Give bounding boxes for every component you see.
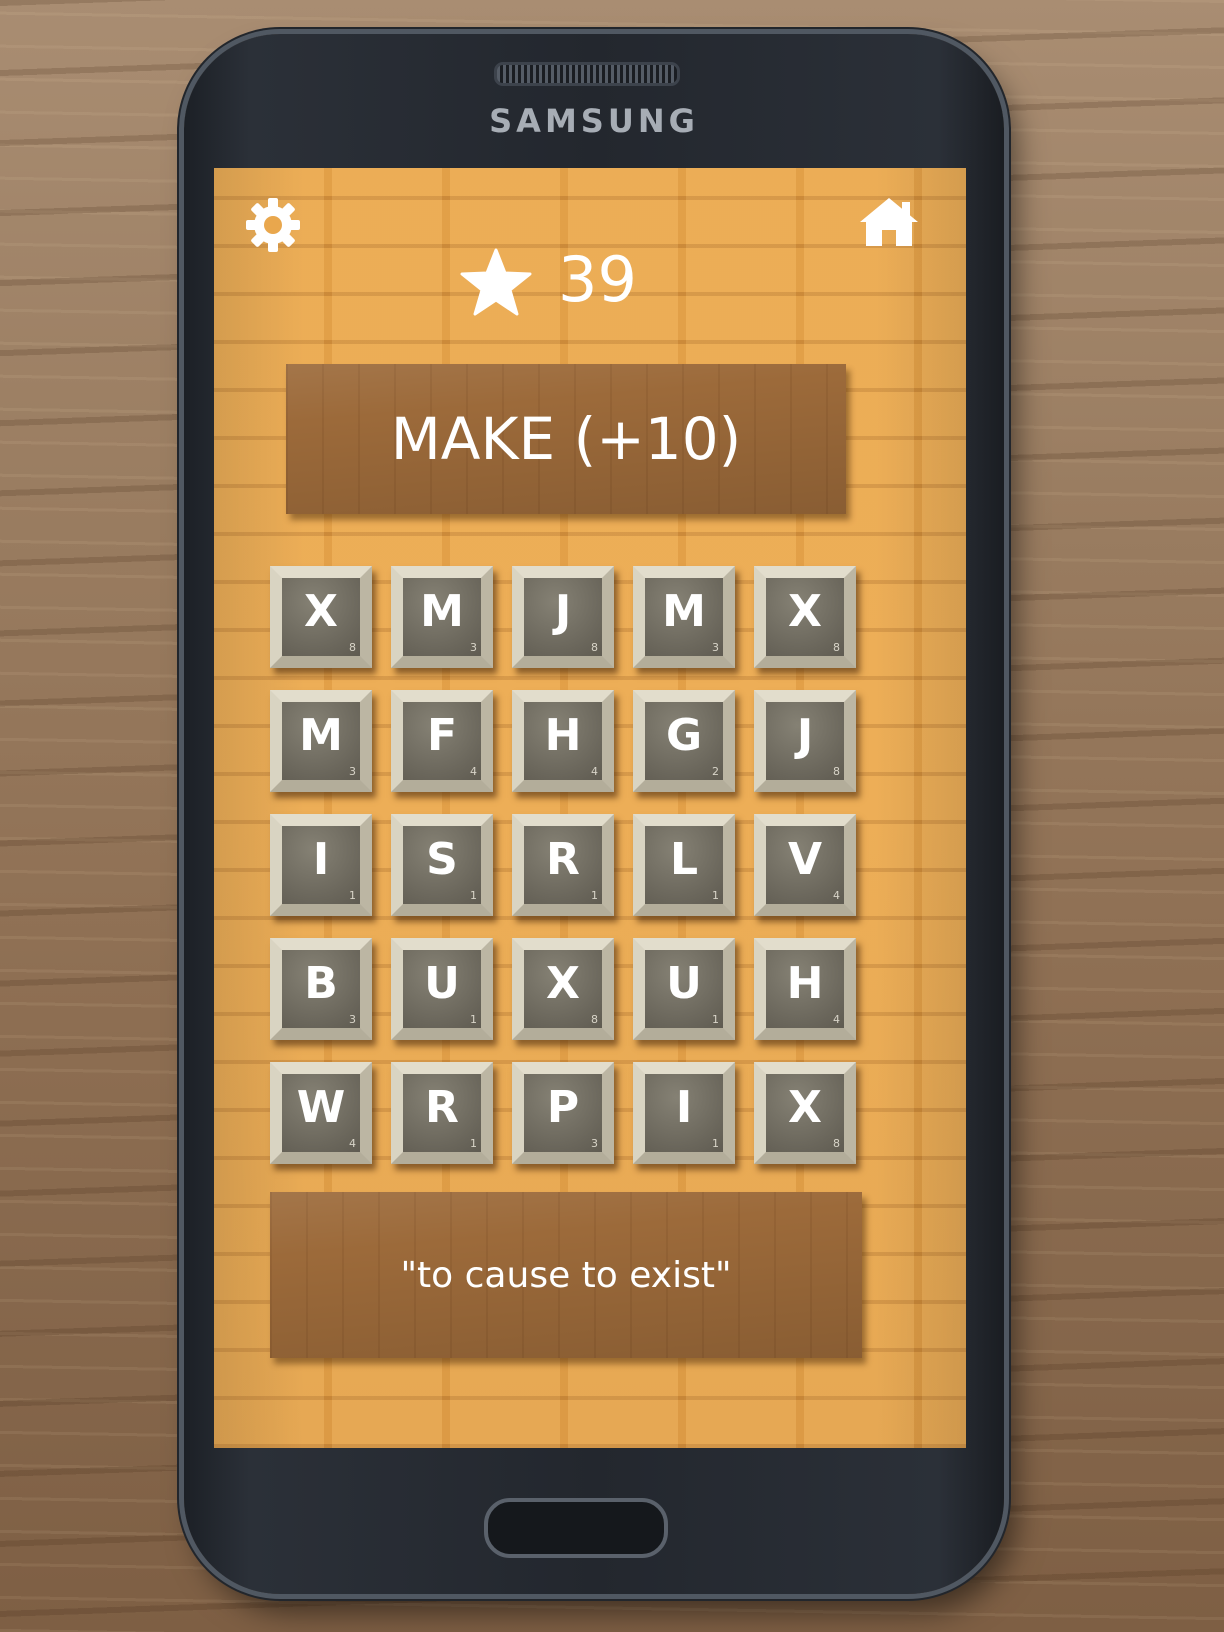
tile-letter: X — [304, 586, 338, 637]
game-screen: 39 MAKE (+10) X8M3J8M3X8M3F4H4G2J8I1S1R1… — [214, 168, 966, 1448]
letter-tile[interactable]: S1 — [391, 814, 493, 916]
letter-tile[interactable]: G2 — [633, 690, 735, 792]
tile-letter: R — [546, 834, 580, 885]
tile-letter: W — [296, 1082, 346, 1133]
tile-letter: U — [424, 958, 460, 1009]
letter-tile[interactable]: B3 — [270, 938, 372, 1040]
star-icon — [460, 248, 532, 316]
brand-logo: SAMSUNG — [489, 102, 699, 140]
tile-letter: P — [546, 1082, 580, 1133]
earpiece-speaker — [494, 62, 680, 86]
tile-points: 1 — [470, 889, 477, 902]
tile-letter: R — [425, 1082, 459, 1133]
letter-tile[interactable]: X8 — [754, 1062, 856, 1164]
tile-points: 3 — [591, 1137, 598, 1150]
tile-letter: I — [675, 1082, 693, 1133]
letter-tile[interactable]: X8 — [512, 938, 614, 1040]
tile-points: 3 — [712, 641, 719, 654]
tile-letter: J — [796, 710, 814, 761]
tile-points: 8 — [833, 1137, 840, 1150]
tile-points: 3 — [470, 641, 477, 654]
letter-tile[interactable]: I1 — [633, 1062, 735, 1164]
letter-tile[interactable]: R1 — [391, 1062, 493, 1164]
letter-tile[interactable]: J8 — [512, 566, 614, 668]
home-hardware-button[interactable] — [484, 1498, 668, 1558]
tile-points: 4 — [349, 1137, 356, 1150]
score-value: 39 — [558, 243, 637, 316]
tile-points: 4 — [470, 765, 477, 778]
letter-tile[interactable]: M3 — [391, 566, 493, 668]
letter-tile[interactable]: P3 — [512, 1062, 614, 1164]
house-icon[interactable] — [858, 196, 920, 248]
tile-letter: X — [788, 1082, 822, 1133]
tile-points: 3 — [349, 765, 356, 778]
tile-letter: J — [554, 586, 572, 637]
tile-letter: F — [426, 710, 458, 761]
letter-tile[interactable]: R1 — [512, 814, 614, 916]
tile-letter: L — [669, 834, 699, 885]
tile-points: 3 — [349, 1013, 356, 1026]
gear-icon[interactable] — [244, 196, 302, 254]
letter-tile[interactable]: H4 — [512, 690, 614, 792]
tile-letter: G — [665, 710, 703, 761]
letter-tile[interactable]: U1 — [391, 938, 493, 1040]
make-word-button[interactable]: MAKE (+10) — [286, 364, 846, 514]
tile-letter: M — [662, 586, 706, 637]
tile-points: 4 — [833, 1013, 840, 1026]
letter-tile[interactable]: U1 — [633, 938, 735, 1040]
tile-letter: I — [312, 834, 330, 885]
tile-points: 1 — [591, 889, 598, 902]
tile-points: 8 — [833, 765, 840, 778]
tile-points: 8 — [349, 641, 356, 654]
tile-points: 8 — [591, 641, 598, 654]
tile-points: 1 — [712, 1013, 719, 1026]
tile-points: 4 — [833, 889, 840, 902]
tile-points: 1 — [712, 889, 719, 902]
tile-letter: X — [546, 958, 580, 1009]
letter-tile[interactable]: I1 — [270, 814, 372, 916]
tile-letter: H — [786, 958, 824, 1009]
tile-letter: S — [426, 834, 458, 885]
tile-letter: M — [299, 710, 343, 761]
tile-letter: V — [787, 834, 823, 885]
tile-letter: M — [420, 586, 464, 637]
definition-hint: "to cause to exist" — [270, 1192, 862, 1358]
tile-points: 4 — [591, 765, 598, 778]
tile-points: 2 — [712, 765, 719, 778]
tile-letter: B — [304, 958, 338, 1009]
tile-letter: X — [788, 586, 822, 637]
letter-tile[interactable]: J8 — [754, 690, 856, 792]
letter-tile[interactable]: X8 — [754, 566, 856, 668]
letter-tile[interactable]: M3 — [270, 690, 372, 792]
letter-tile[interactable]: F4 — [391, 690, 493, 792]
letter-tile[interactable]: L1 — [633, 814, 735, 916]
tile-points: 8 — [591, 1013, 598, 1026]
tile-letter: H — [544, 710, 582, 761]
tile-points: 1 — [470, 1137, 477, 1150]
letter-tile[interactable]: M3 — [633, 566, 735, 668]
letter-tile[interactable]: V4 — [754, 814, 856, 916]
letter-tile[interactable]: X8 — [270, 566, 372, 668]
letter-tile[interactable]: H4 — [754, 938, 856, 1040]
tile-points: 8 — [833, 641, 840, 654]
tile-points: 1 — [712, 1137, 719, 1150]
tile-points: 1 — [470, 1013, 477, 1026]
tile-letter: U — [666, 958, 702, 1009]
letter-tile[interactable]: W4 — [270, 1062, 372, 1164]
tile-points: 1 — [349, 889, 356, 902]
